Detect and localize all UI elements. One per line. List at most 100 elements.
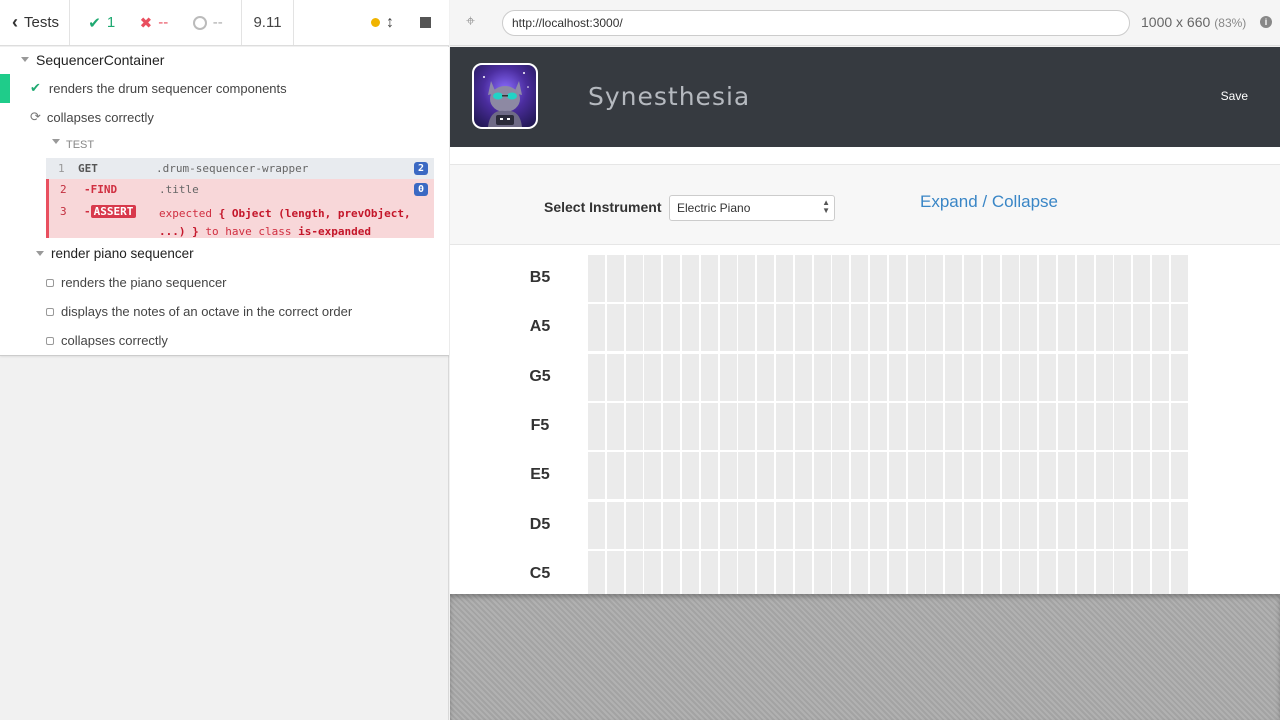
step-cell[interactable]: [1001, 353, 1019, 401]
command-get[interactable]: 1 GET .drum-sequencer-wrapper 2: [46, 158, 434, 180]
step-cell[interactable]: [776, 353, 793, 401]
step-cell[interactable]: [813, 550, 831, 594]
step-cell[interactable]: [757, 353, 775, 401]
step-cell[interactable]: [1095, 255, 1113, 302]
expand-collapse-link[interactable]: Expand / Collapse: [920, 192, 1058, 212]
url-bar[interactable]: http://localhost:3000/: [502, 10, 1130, 36]
step-cell[interactable]: [625, 255, 643, 302]
step-cell[interactable]: [1076, 255, 1094, 302]
step-cell[interactable]: [1076, 452, 1094, 500]
step-cell[interactable]: [870, 452, 887, 500]
save-button[interactable]: Save: [1221, 89, 1248, 103]
step-cell[interactable]: [644, 255, 662, 302]
step-cell[interactable]: [1095, 501, 1113, 549]
step-cell[interactable]: [682, 353, 699, 401]
step-cell[interactable]: [738, 452, 756, 500]
step-cell[interactable]: [1152, 501, 1169, 549]
step-cell[interactable]: [644, 353, 662, 401]
step-cell[interactable]: [738, 353, 756, 401]
subsuite-caret-icon[interactable]: [36, 251, 44, 256]
step-cell[interactable]: [851, 452, 869, 500]
step-cell[interactable]: [606, 353, 624, 401]
step-cell[interactable]: [832, 255, 850, 302]
step-cell[interactable]: [1170, 304, 1188, 352]
step-cell[interactable]: [832, 304, 850, 352]
test-item-pending[interactable]: displays the notes of an octave in the c…: [46, 304, 352, 319]
back-to-tests-button[interactable]: ‹ Tests: [0, 0, 70, 45]
step-cell[interactable]: [1001, 402, 1019, 450]
test-item-pending[interactable]: renders the piano sequencer: [46, 275, 227, 290]
step-cell[interactable]: [813, 452, 831, 500]
subsuite-title[interactable]: render piano sequencer: [51, 246, 194, 261]
step-cell[interactable]: [926, 255, 944, 302]
step-cell[interactable]: [945, 402, 963, 450]
step-cell[interactable]: [757, 402, 775, 450]
step-cell[interactable]: [1152, 304, 1169, 352]
step-cell[interactable]: [700, 353, 718, 401]
step-cell[interactable]: [1020, 550, 1038, 594]
step-cell[interactable]: [1001, 501, 1019, 549]
step-cell[interactable]: [588, 304, 605, 352]
step-cell[interactable]: [813, 402, 831, 450]
step-cell[interactable]: [851, 550, 869, 594]
step-cell[interactable]: [700, 402, 718, 450]
step-cell[interactable]: [907, 550, 925, 594]
step-cell[interactable]: [1152, 402, 1169, 450]
step-cell[interactable]: [1095, 402, 1113, 450]
step-cell[interactable]: [1039, 353, 1057, 401]
step-cell[interactable]: [719, 501, 737, 549]
step-cell[interactable]: [606, 304, 624, 352]
step-cell[interactable]: [1114, 501, 1132, 549]
step-cell[interactable]: [719, 255, 737, 302]
step-cell[interactable]: [588, 353, 605, 401]
step-cell[interactable]: [1001, 452, 1019, 500]
step-cell[interactable]: [870, 550, 887, 594]
step-cell[interactable]: [1114, 255, 1132, 302]
step-cell[interactable]: [945, 550, 963, 594]
step-cell[interactable]: [926, 452, 944, 500]
step-cell[interactable]: [982, 452, 1000, 500]
step-cell[interactable]: [1114, 452, 1132, 500]
step-cell[interactable]: [870, 304, 887, 352]
step-cell[interactable]: [1170, 550, 1188, 594]
step-cell[interactable]: [982, 402, 1000, 450]
step-cell[interactable]: [926, 550, 944, 594]
step-cell[interactable]: [588, 501, 605, 549]
step-cell[interactable]: [644, 501, 662, 549]
step-cell[interactable]: [738, 304, 756, 352]
step-cell[interactable]: [1039, 304, 1057, 352]
step-cell[interactable]: [1170, 402, 1188, 450]
step-cell[interactable]: [945, 501, 963, 549]
step-cell[interactable]: [964, 501, 981, 549]
step-cell[interactable]: [663, 550, 681, 594]
step-cell[interactable]: [1114, 304, 1132, 352]
step-cell[interactable]: [1133, 402, 1151, 450]
step-cell[interactable]: [663, 452, 681, 500]
step-cell[interactable]: [964, 402, 981, 450]
step-cell[interactable]: [1020, 353, 1038, 401]
step-cell[interactable]: [907, 452, 925, 500]
step-cell[interactable]: [606, 550, 624, 594]
step-cell[interactable]: [625, 402, 643, 450]
step-cell[interactable]: [1152, 255, 1169, 302]
step-cell[interactable]: [700, 452, 718, 500]
step-cell[interactable]: [982, 550, 1000, 594]
step-cell[interactable]: [794, 304, 812, 352]
step-cell[interactable]: [1152, 452, 1169, 500]
step-cell[interactable]: [794, 402, 812, 450]
step-cell[interactable]: [700, 304, 718, 352]
step-cell[interactable]: [757, 550, 775, 594]
stop-icon[interactable]: [420, 17, 431, 28]
step-cell[interactable]: [1058, 304, 1075, 352]
step-cell[interactable]: [588, 255, 605, 302]
step-cell[interactable]: [851, 255, 869, 302]
step-cell[interactable]: [625, 501, 643, 549]
step-cell[interactable]: [663, 353, 681, 401]
step-cell[interactable]: [794, 501, 812, 549]
command-assert[interactable]: 3 - ASSERT expected { Object (length, pre…: [46, 200, 434, 238]
step-cell[interactable]: [700, 550, 718, 594]
step-cell[interactable]: [832, 550, 850, 594]
step-cell[interactable]: [663, 501, 681, 549]
step-cell[interactable]: [776, 402, 793, 450]
step-cell[interactable]: [982, 353, 1000, 401]
